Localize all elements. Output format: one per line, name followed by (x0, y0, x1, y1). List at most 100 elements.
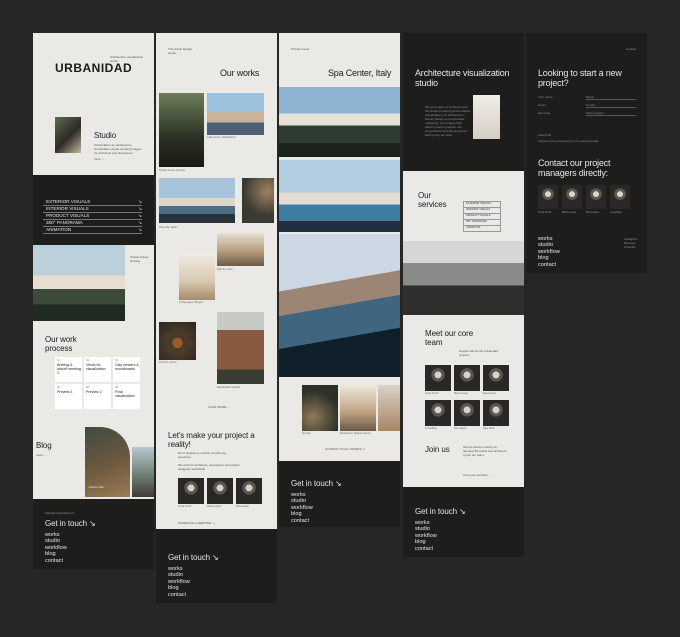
team-name: Eva Larsen (483, 392, 497, 395)
logo[interactable]: URBANIDAD (55, 61, 132, 75)
team-avatar (483, 400, 509, 426)
work-caption: Lake house, Switzerland (207, 136, 236, 139)
manager-avatar (610, 185, 630, 209)
menu-item-contact[interactable]: contact (168, 592, 190, 598)
work-image[interactable] (207, 93, 264, 135)
blog-section: Blog more → Forest villa (33, 423, 154, 499)
service-row[interactable]: EXTERIOR VISUALS ↘ (43, 199, 142, 206)
header-meta: Architecture visualization studio (110, 55, 144, 63)
menu-item-contact[interactable]: contact (291, 518, 313, 524)
footer-menu: works studio workflow blog contact (45, 532, 67, 564)
service-row[interactable]: PRODUCT VISUALS ↘ (43, 213, 142, 220)
work-image[interactable] (159, 178, 235, 223)
cta-title: Let's make your project a reality! (168, 431, 255, 449)
service-row[interactable]: ANIMATION ↘ (43, 227, 142, 234)
work-image[interactable] (179, 253, 215, 300)
back-link[interactable]: GO BACK TO ALL WORKS ↘ (325, 447, 365, 451)
office-photo (403, 241, 524, 315)
manager-avatar (538, 185, 558, 209)
get-in-touch-link[interactable]: Get in touch ↘ (415, 507, 466, 516)
work-caption: Private house, Norway (159, 169, 186, 172)
work-image[interactable] (159, 322, 196, 360)
load-more-button[interactable]: LOAD MORE ↓ (208, 405, 228, 409)
attach-file-button[interactable]: Attach file (538, 133, 551, 137)
blog-post-title: Forest villa (89, 485, 104, 489)
project-thumb[interactable] (378, 385, 400, 431)
team-section: Meet our core team People behind the Urb… (403, 315, 524, 487)
project-thumb[interactable] (340, 385, 376, 431)
service-item[interactable]: ANIMATION (463, 225, 501, 232)
project-thumb[interactable] (302, 385, 338, 431)
studio-title: Architecture visualization studio (415, 68, 510, 88)
consent-checkbox[interactable]: I agree to the processing of my personal… (538, 139, 628, 143)
field-label: Email (538, 103, 546, 107)
get-in-touch-link[interactable]: Get in touch ↘ (45, 519, 96, 528)
work-caption: Product, serum (159, 361, 177, 364)
service-label: INTERIOR VISUALS (46, 206, 89, 211)
project-image[interactable] (279, 234, 400, 377)
team-name: Anna Smith (178, 505, 192, 508)
process-step: 03 Clay renders & moodboards (113, 357, 140, 382)
get-in-touch-link[interactable]: Get in touch ↘ (168, 553, 219, 562)
footer-menu: works studio workflow blog contact (168, 566, 190, 598)
name-field[interactable]: Name (586, 95, 636, 100)
manager-avatar (562, 185, 582, 209)
top-meta: Contact (626, 47, 637, 51)
page-project: Private house Spa Center, Italy Terrace … (279, 33, 400, 527)
manager-name: Anna Smith (538, 211, 552, 214)
service-row[interactable]: INTERIOR VISUALS ↘ (43, 206, 142, 213)
work-image[interactable] (217, 233, 264, 266)
manager-name: Eva Larsen (586, 211, 600, 214)
studio-body: We are a team of architects and 3D artis… (425, 105, 471, 137)
process-title: Our work process (45, 335, 77, 353)
process-step: 01 Briefing & kickoff meeting 1 (55, 357, 82, 382)
contact-title: Looking to start a new project? (538, 68, 622, 88)
project-image[interactable] (279, 160, 400, 232)
studio-more-link[interactable]: more → (94, 157, 105, 161)
cta-link[interactable]: SCHEDULE A MEETING ↘ (178, 521, 215, 525)
process-step: 02 Views for visualization (84, 357, 111, 382)
join-link[interactable]: send your portfolio → (463, 473, 492, 477)
menu-item-contact[interactable]: contact (415, 546, 437, 552)
email-field[interactable]: E-mail (586, 103, 636, 108)
studio-title: Studio (94, 131, 117, 140)
get-in-touch-link[interactable]: Get in touch ↘ (291, 479, 342, 488)
arrow-icon: ↘ (138, 213, 142, 218)
team-avatar (178, 478, 204, 504)
arrow-icon: ↘ (138, 220, 142, 225)
services-title: Our services (418, 191, 447, 209)
team-title: Meet our core team (425, 329, 474, 347)
home-header: URBANIDAD Architecture visualization stu… (33, 33, 154, 175)
process-step: 05 Preview 2 (84, 384, 111, 409)
project-image[interactable] (279, 87, 400, 157)
footer-menu: works studio workflow blog contact (538, 236, 560, 268)
manager-name: Maria Lopez (562, 211, 577, 214)
service-row[interactable]: 360° PANORAMA ↘ (43, 220, 142, 227)
project-title: Spa Center, Italy (328, 68, 392, 78)
process-step: 04 Preview 1 (55, 384, 82, 409)
page-studio: Architecture visualization studio We are… (403, 33, 524, 557)
menu-item-contact[interactable]: contact (538, 262, 560, 268)
menu-item-contact[interactable]: contact (45, 558, 67, 564)
field-label: Message (538, 111, 551, 115)
message-field[interactable]: About project (586, 111, 636, 116)
services-list: EXTERIOR VISUALS ↘ INTERIOR VISUALS ↘ PROD… (33, 175, 154, 245)
service-label: ANIMATION (46, 227, 72, 232)
services-section: Our services EXTERIOR VISUALS INTERIOR V… (403, 171, 524, 241)
top-meta: Private house (291, 47, 310, 51)
contact-meta: hello@urbanidad.com (45, 511, 75, 515)
work-image[interactable] (159, 93, 204, 167)
work-image[interactable] (242, 178, 274, 223)
social-links[interactable]: Instagram Behance LinkedIn (624, 237, 640, 249)
team-name: Maria Lopez (207, 505, 222, 508)
field-label: Your name (538, 95, 553, 99)
blog-image-2[interactable] (132, 447, 154, 497)
team-name: Lena Berg (425, 427, 437, 430)
page-home: URBANIDAD Architecture visualization stu… (33, 33, 154, 569)
blog-more-link[interactable]: more → (36, 453, 47, 457)
join-text: We are always looking for talented 3D ar… (463, 445, 507, 457)
studio-image (55, 117, 81, 153)
process-step: 06 Final visualization (113, 384, 140, 409)
work-image[interactable] (217, 312, 264, 384)
studio-intro: Architecture visualization studio We are… (403, 33, 524, 171)
